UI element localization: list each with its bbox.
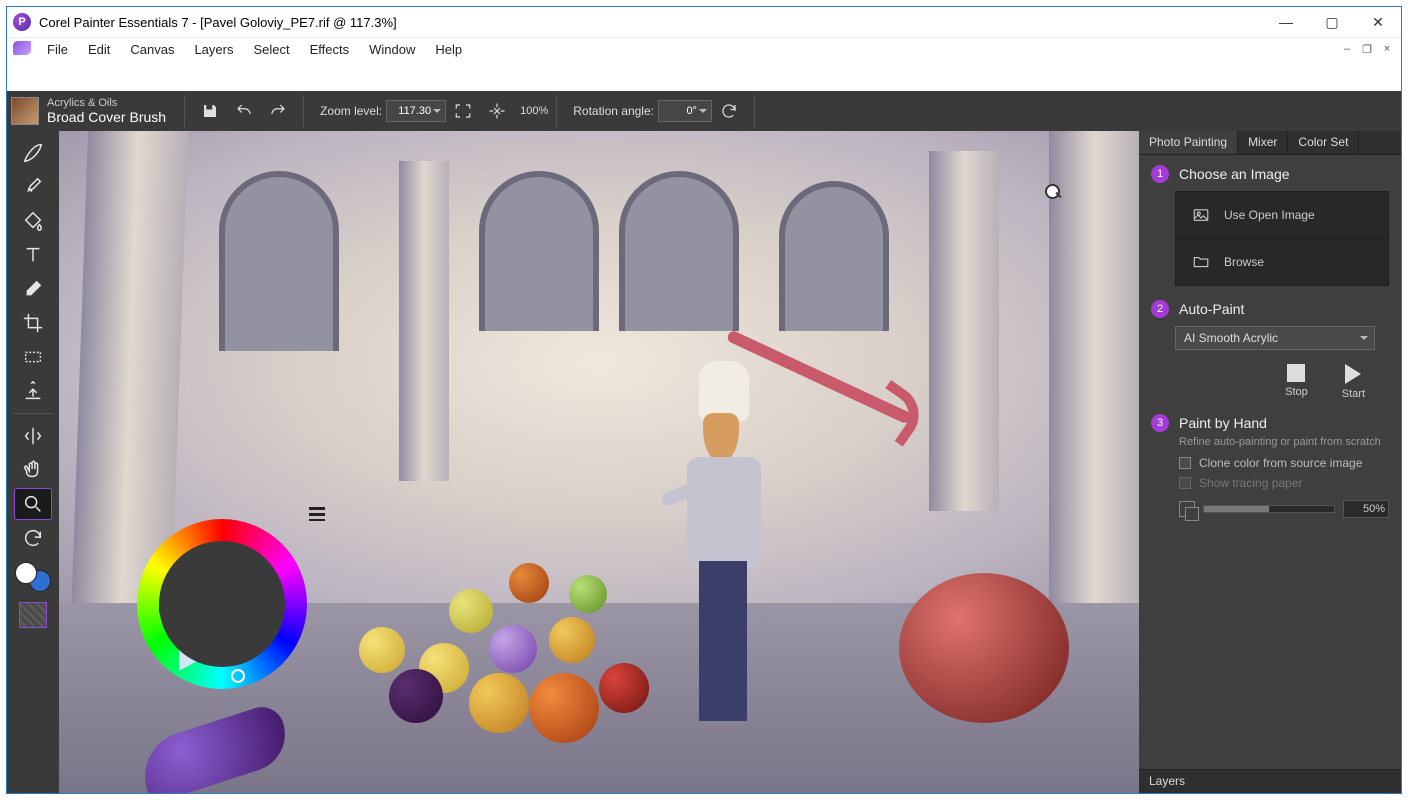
tracing-paper-checkbox: Show tracing paper	[1179, 476, 1389, 490]
step-2-title: Auto-Paint	[1179, 301, 1244, 317]
layer-stack-icon	[1179, 501, 1195, 517]
brush-tool[interactable]	[14, 137, 52, 169]
rect-select-tool[interactable]	[14, 341, 52, 373]
menu-file[interactable]: File	[37, 40, 78, 59]
painting-apple	[899, 573, 1069, 723]
autopaint-stop-button[interactable]: Stop	[1285, 364, 1308, 400]
step-3-sub: Refine auto-painting or paint from scrat…	[1179, 436, 1389, 448]
tab-color-set[interactable]: Color Set	[1288, 131, 1359, 154]
clone-tool[interactable]	[14, 375, 52, 407]
choose-image-card: Use Open Image Browse	[1175, 191, 1389, 286]
menu-layers[interactable]: Layers	[184, 40, 243, 59]
paper-swatch[interactable]	[19, 602, 47, 628]
rotation-angle-input[interactable]: 0°	[658, 100, 712, 122]
tracing-opacity-value[interactable]: 50%	[1343, 500, 1389, 518]
sv-triangle[interactable]	[179, 561, 279, 671]
autopaint-preset-dropdown[interactable]: AI Smooth Acrylic	[1175, 326, 1375, 350]
step-1-badge: 1	[1151, 165, 1169, 183]
magnifier-cursor-icon	[1045, 184, 1061, 200]
color-wheel-panel[interactable]	[127, 511, 317, 701]
mirror-tool[interactable]	[14, 420, 52, 452]
tracing-opacity-slider[interactable]	[1203, 505, 1335, 513]
dropper-tool[interactable]	[14, 171, 52, 203]
browse-button[interactable]: Browse	[1176, 238, 1388, 285]
maximize-button[interactable]: ▢	[1309, 7, 1355, 37]
magnifier-tool[interactable]	[14, 488, 52, 520]
autopaint-start-button[interactable]: Start	[1342, 364, 1365, 400]
menu-app-icon	[13, 41, 31, 59]
hand-tool[interactable]	[14, 454, 52, 486]
zoom-level-input[interactable]: 117.30	[386, 100, 446, 122]
hue-ring[interactable]	[137, 519, 307, 689]
doc-minimize-button[interactable]: –	[1337, 43, 1357, 56]
canvas-area	[59, 131, 1139, 793]
crop-tool[interactable]	[14, 307, 52, 339]
tab-mixer[interactable]: Mixer	[1238, 131, 1288, 154]
brush-name: Broad Cover Brush	[47, 109, 166, 125]
menu-canvas[interactable]: Canvas	[120, 40, 184, 59]
doc-close-button[interactable]: ×	[1377, 43, 1397, 56]
image-icon	[1192, 206, 1210, 224]
step-3-title: Paint by Hand	[1179, 415, 1267, 431]
menu-effects[interactable]: Effects	[300, 40, 360, 59]
minimize-button[interactable]: —	[1263, 7, 1309, 37]
titlebar: P Corel Painter Essentials 7 - [Pavel Go…	[7, 7, 1401, 37]
brush-category: Acrylics & Oils	[47, 97, 166, 110]
eraser-tool[interactable]	[14, 273, 52, 305]
text-tool[interactable]	[14, 239, 52, 271]
paint-bucket-tool[interactable]	[14, 205, 52, 237]
checkbox-icon	[1179, 457, 1191, 469]
menubar: File Edit Canvas Layers Select Effects W…	[7, 37, 1401, 61]
layers-panel-header[interactable]: Layers	[1139, 769, 1401, 793]
painting-fruit-pile	[269, 493, 749, 753]
rotation-label: Rotation angle:	[573, 104, 654, 118]
hue-ring-cursor[interactable]	[231, 669, 245, 683]
actual-pixels-button[interactable]	[483, 97, 511, 125]
menu-help[interactable]: Help	[425, 40, 472, 59]
toolbox	[7, 131, 59, 793]
tool-separator	[13, 413, 53, 414]
zoom-label: Zoom level:	[320, 104, 382, 118]
property-bar: Acrylics & Oils Broad Cover Brush Zoom l…	[7, 91, 1401, 131]
brush-selector[interactable]: Acrylics & Oils Broad Cover Brush	[7, 91, 176, 131]
zoom-100-button[interactable]: 100%	[520, 105, 548, 117]
fit-to-screen-button[interactable]	[449, 97, 477, 125]
save-button[interactable]	[196, 97, 224, 125]
play-icon	[1345, 364, 1361, 384]
step-1-title: Choose an Image	[1179, 166, 1290, 182]
app-icon: P	[13, 13, 31, 31]
undo-button[interactable]	[230, 97, 258, 125]
right-panel: Photo Painting Mixer Color Set 1 Choose …	[1139, 131, 1401, 793]
step-2-badge: 2	[1151, 300, 1169, 318]
use-open-image-button[interactable]: Use Open Image	[1176, 192, 1388, 238]
close-button[interactable]: ✕	[1355, 7, 1401, 37]
clone-color-checkbox[interactable]: Clone color from source image	[1179, 456, 1389, 470]
rotate-view-tool[interactable]	[14, 522, 52, 554]
primary-color-swatch[interactable]	[15, 562, 37, 584]
tracing-opacity-row: 50%	[1179, 500, 1389, 518]
panel-menu-icon[interactable]	[309, 507, 325, 521]
redo-button[interactable]	[264, 97, 292, 125]
reset-rotation-button[interactable]	[715, 97, 743, 125]
hue-cursor-inner[interactable]	[159, 603, 173, 617]
step-3-badge: 3	[1151, 414, 1169, 432]
window-title: Corel Painter Essentials 7 - [Pavel Golo…	[39, 15, 397, 30]
stop-icon	[1287, 364, 1305, 382]
menu-window[interactable]: Window	[359, 40, 425, 59]
sv-cursor[interactable]	[255, 597, 265, 607]
right-tabs: Photo Painting Mixer Color Set	[1139, 131, 1401, 155]
menu-select[interactable]: Select	[243, 40, 299, 59]
tab-photo-painting[interactable]: Photo Painting	[1139, 131, 1238, 154]
menu-edit[interactable]: Edit	[78, 40, 120, 59]
color-swatches[interactable]	[13, 560, 53, 594]
doc-restore-button[interactable]: ❐	[1357, 43, 1377, 56]
folder-icon	[1192, 253, 1210, 271]
checkbox-icon	[1179, 477, 1191, 489]
brush-swatch-icon	[11, 97, 39, 125]
